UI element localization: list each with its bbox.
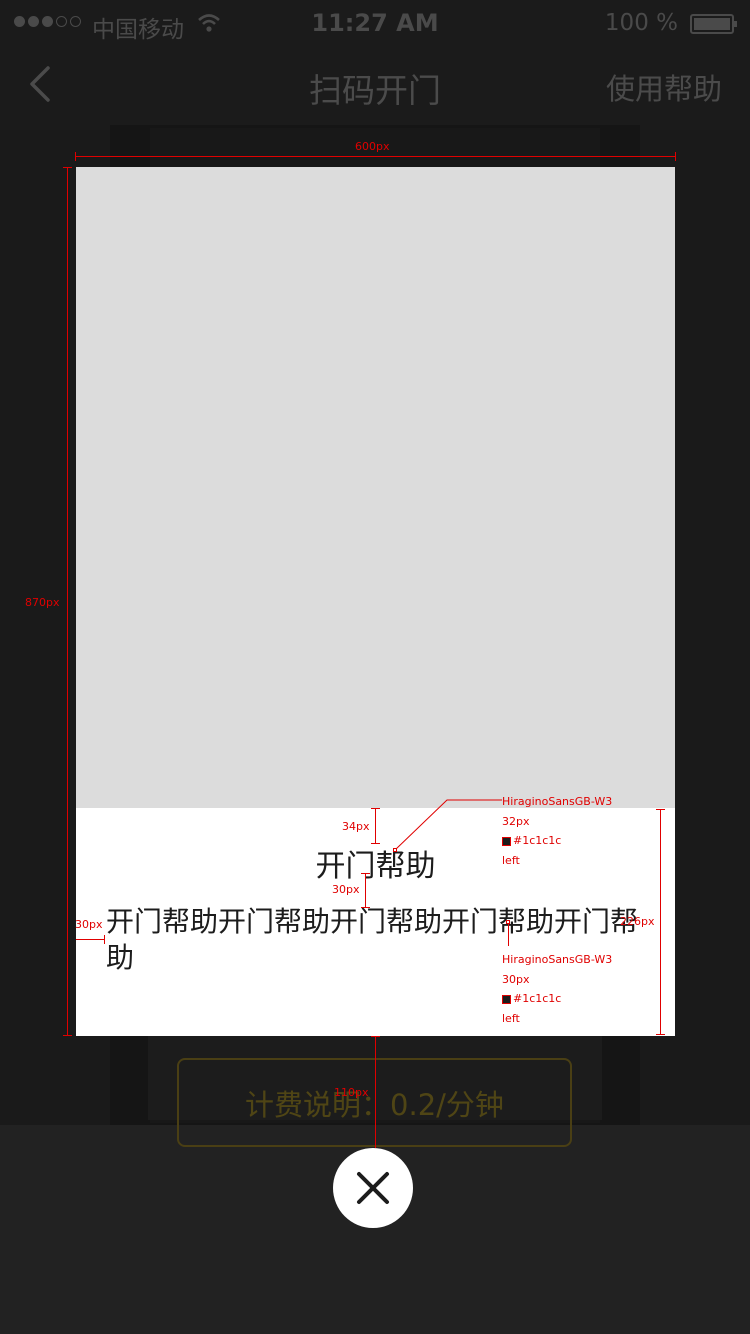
pad-left-label: 30px: [75, 918, 103, 931]
text-area-tick-bottom: [656, 1034, 665, 1035]
height-tick-bottom: [63, 1035, 72, 1036]
title-spec-color-row: #1c1c1c: [502, 831, 612, 851]
width-tick-left: [75, 152, 76, 161]
bottom-gap-label: 110px: [334, 1086, 369, 1099]
body-spec-pin: [506, 920, 510, 924]
close-icon: [357, 1172, 389, 1204]
height-label: 870px: [25, 596, 60, 609]
width-tick-right: [675, 152, 676, 161]
height-tick-top: [63, 167, 72, 168]
pad-top-tick-b: [371, 843, 380, 844]
help-image-placeholder: [76, 167, 675, 808]
gap-tick-a: [361, 873, 370, 874]
app-screen: 中国移动 11:27 AM 100 % 扫码开门 使用帮助 计费说明：0.2/分…: [0, 0, 750, 1334]
bottom-gap-tick: [371, 1036, 380, 1037]
text-area-height-line: [660, 809, 661, 1035]
width-dimension-line: [76, 156, 675, 157]
bottom-gap-line: [375, 1036, 376, 1148]
width-label: 600px: [355, 140, 390, 153]
nav-bar: 扫码开门 使用帮助: [0, 50, 750, 126]
pad-left-tick: [104, 935, 105, 944]
body-spec-leader: [508, 924, 509, 946]
pad-top-tick-a: [371, 808, 380, 809]
pad-left-line: [76, 939, 105, 940]
title-spec-font: HiraginoSansGB-W3: [502, 795, 613, 808]
status-bar: 中国移动 11:27 AM 100 %: [0, 0, 750, 50]
battery-icon: [690, 14, 737, 34]
help-modal: 开门帮助 开门帮助开门帮助开门帮助开门帮助开门帮助: [76, 167, 675, 1036]
gap-label: 30px: [332, 883, 360, 896]
gap-tick-b: [361, 907, 370, 908]
text-area-height-label: 226px: [620, 915, 655, 928]
title-color-swatch: [502, 836, 511, 846]
gap-line: [365, 873, 366, 908]
title-font-spec: HiraginoSansGB-W3 32px #1c1c1c left: [502, 792, 612, 870]
body-spec-font: HiraginoSansGB-W3: [502, 953, 613, 966]
pad-top-label: 34px: [342, 820, 370, 833]
body-font-spec: HiraginoSansGB-W3 30px #1c1c1c left: [502, 950, 612, 1028]
battery-percent: 100 %: [604, 10, 678, 36]
title-spec-pin: [393, 848, 397, 852]
body-spec-size: 30px: [502, 972, 530, 986]
pad-top-line: [375, 808, 376, 844]
height-dimension-line: [67, 167, 68, 1036]
title-spec-align: left: [502, 853, 520, 867]
title-spec-leader: [394, 799, 502, 851]
help-link[interactable]: 使用帮助: [606, 66, 722, 108]
title-spec-size: 32px: [502, 814, 530, 828]
body-color-swatch: [502, 994, 511, 1004]
close-button[interactable]: [333, 1148, 413, 1228]
body-spec-align: left: [502, 1011, 520, 1025]
body-spec-color-row: #1c1c1c: [502, 989, 612, 1009]
body-spec-color: #1c1c1c: [513, 992, 562, 1005]
title-spec-color: #1c1c1c: [513, 834, 562, 847]
text-area-tick-top: [656, 809, 665, 810]
